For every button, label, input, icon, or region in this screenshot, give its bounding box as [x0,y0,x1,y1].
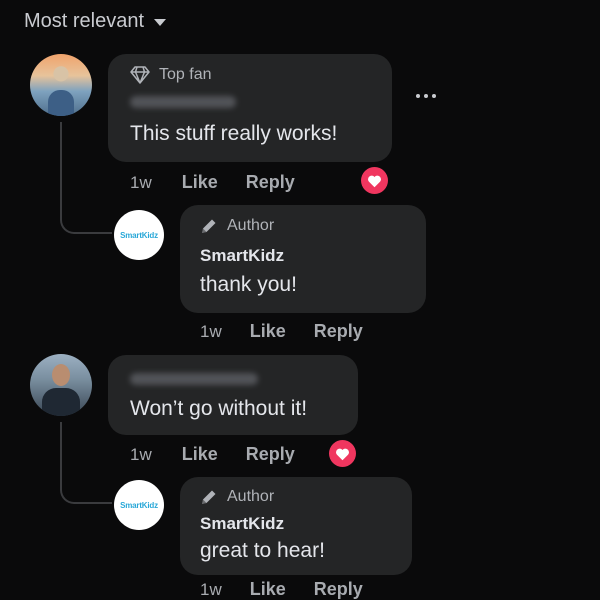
top-fan-badge: Top fan [130,66,211,84]
comment-time: 1w [130,445,152,464]
thread-connector [60,122,112,234]
like-button[interactable]: Like [250,579,286,600]
blurred-commenter-name[interactable] [130,373,258,385]
sort-label: Most relevant [24,10,145,32]
heart-reaction-icon[interactable] [329,440,356,467]
commenter-avatar[interactable] [30,54,92,116]
reply-bubble: Author SmartKidz great to hear! [180,477,412,575]
reply-button[interactable]: Reply [314,321,363,342]
comment-bubble: Won’t go without it! [108,355,358,435]
pencil-icon [202,490,216,504]
thread-connector [60,422,112,504]
author-name[interactable]: SmartKidz [200,246,284,266]
blurred-commenter-name[interactable] [130,96,236,108]
brand-avatar[interactable]: SmartKidz [114,480,164,530]
author-badge: Author [200,217,274,235]
diamond-icon [130,66,150,84]
author-name[interactable]: SmartKidz [200,514,284,534]
like-button[interactable]: Like [250,321,286,342]
reply-time: 1w [200,580,222,599]
like-button[interactable]: Like [182,444,218,465]
badge-label: Author [227,217,275,234]
heart-reaction-icon[interactable] [361,167,388,194]
comment-time: 1w [130,173,152,192]
brand-avatar[interactable]: SmartKidz [114,210,164,260]
pencil-icon [202,219,216,233]
comment-text: Won’t go without it! [130,397,308,420]
reply-button[interactable]: Reply [246,172,295,193]
comment-actions: 1w Like Reply [130,172,295,193]
sort-dropdown[interactable]: Most relevant [24,10,167,33]
reply-button[interactable]: Reply [246,444,295,465]
badge-label: Top fan [159,66,212,83]
reply-actions: 1w Like Reply [200,579,363,600]
caret-down-icon [154,19,167,26]
brand-logo-text: SmartKidz [120,500,158,510]
badge-label: Author [227,488,275,505]
reply-text: thank you! [200,273,297,296]
more-options-icon[interactable] [416,94,436,98]
commenter-avatar[interactable] [30,354,92,416]
reply-time: 1w [200,322,222,341]
comment-actions: 1w Like Reply [130,444,295,465]
brand-logo-text: SmartKidz [120,230,158,240]
comment-text: This stuff really works! [130,122,338,145]
reply-text: great to hear! [200,539,325,562]
reply-actions: 1w Like Reply [200,321,363,342]
comment-bubble: Top fan This stuff really works! [108,54,392,162]
reply-button[interactable]: Reply [314,579,363,600]
comments-panel: Most relevant Top fan This stuff really … [0,0,600,600]
like-button[interactable]: Like [182,172,218,193]
reply-bubble: Author SmartKidz thank you! [180,205,426,313]
author-badge: Author [200,488,274,506]
